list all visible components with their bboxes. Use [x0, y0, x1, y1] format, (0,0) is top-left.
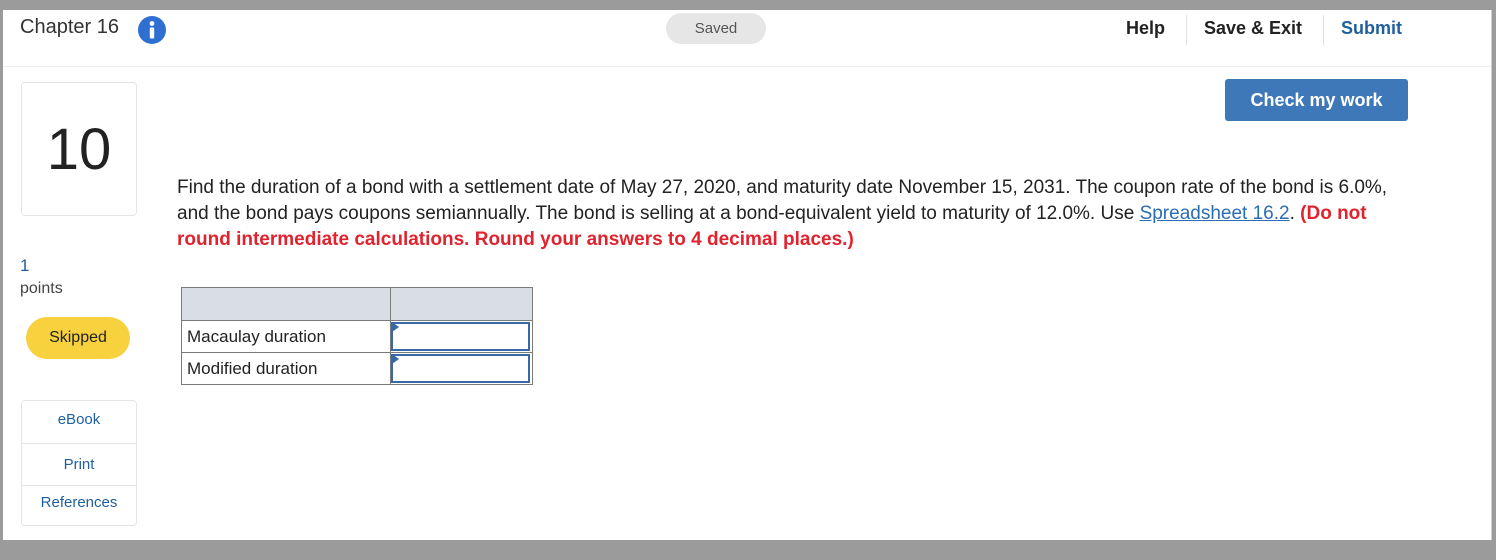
- table-row: Macaulay duration: [181, 320, 533, 353]
- resources-panel: eBook Print References: [21, 400, 137, 526]
- points-label: points: [20, 280, 63, 297]
- table-header-row: [181, 287, 533, 321]
- divider: [22, 485, 136, 486]
- submit-link[interactable]: Submit: [1341, 18, 1402, 39]
- table-header-cell: [390, 287, 533, 321]
- spreadsheet-link[interactable]: Spreadsheet 16.2: [1140, 203, 1290, 224]
- cell-marker-icon: [392, 322, 399, 332]
- cell-marker-icon: [392, 354, 399, 364]
- divider: [22, 443, 136, 444]
- print-link[interactable]: Print: [22, 456, 136, 473]
- check-my-work-button[interactable]: Check my work: [1225, 79, 1408, 121]
- macaulay-duration-input[interactable]: [391, 322, 530, 351]
- info-icon[interactable]: [138, 16, 166, 44]
- help-link[interactable]: Help: [1126, 18, 1165, 39]
- save-exit-link[interactable]: Save & Exit: [1204, 18, 1302, 39]
- footer-bar: [0, 542, 1496, 560]
- row-label-modified: Modified duration: [181, 352, 391, 385]
- nav-divider: [1186, 15, 1187, 45]
- input-cell: [390, 352, 533, 385]
- modified-duration-input[interactable]: [391, 354, 530, 383]
- ebook-link[interactable]: eBook: [22, 411, 136, 428]
- saved-status-badge: Saved: [666, 13, 766, 44]
- question-number: 10: [21, 82, 137, 216]
- table-row: Modified duration: [181, 352, 533, 385]
- question-body-end: .: [1289, 203, 1301, 224]
- input-cell: [390, 320, 533, 353]
- answer-table: Macaulay duration Modified duration: [181, 287, 533, 385]
- references-link[interactable]: References: [22, 494, 136, 511]
- assignment-window: Chapter 16 Saved Help Save & Exit Submit…: [3, 10, 1492, 540]
- nav-divider: [1323, 15, 1324, 45]
- top-header: Chapter 16 Saved Help Save & Exit Submit: [3, 10, 1491, 67]
- question-text: Find the duration of a bond with a settl…: [177, 175, 1417, 253]
- row-label-macaulay: Macaulay duration: [181, 320, 391, 353]
- table-header-cell: [181, 287, 391, 321]
- points-value: 1: [20, 256, 30, 275]
- chapter-title: Chapter 16: [20, 16, 119, 38]
- skipped-status-badge: Skipped: [26, 317, 130, 359]
